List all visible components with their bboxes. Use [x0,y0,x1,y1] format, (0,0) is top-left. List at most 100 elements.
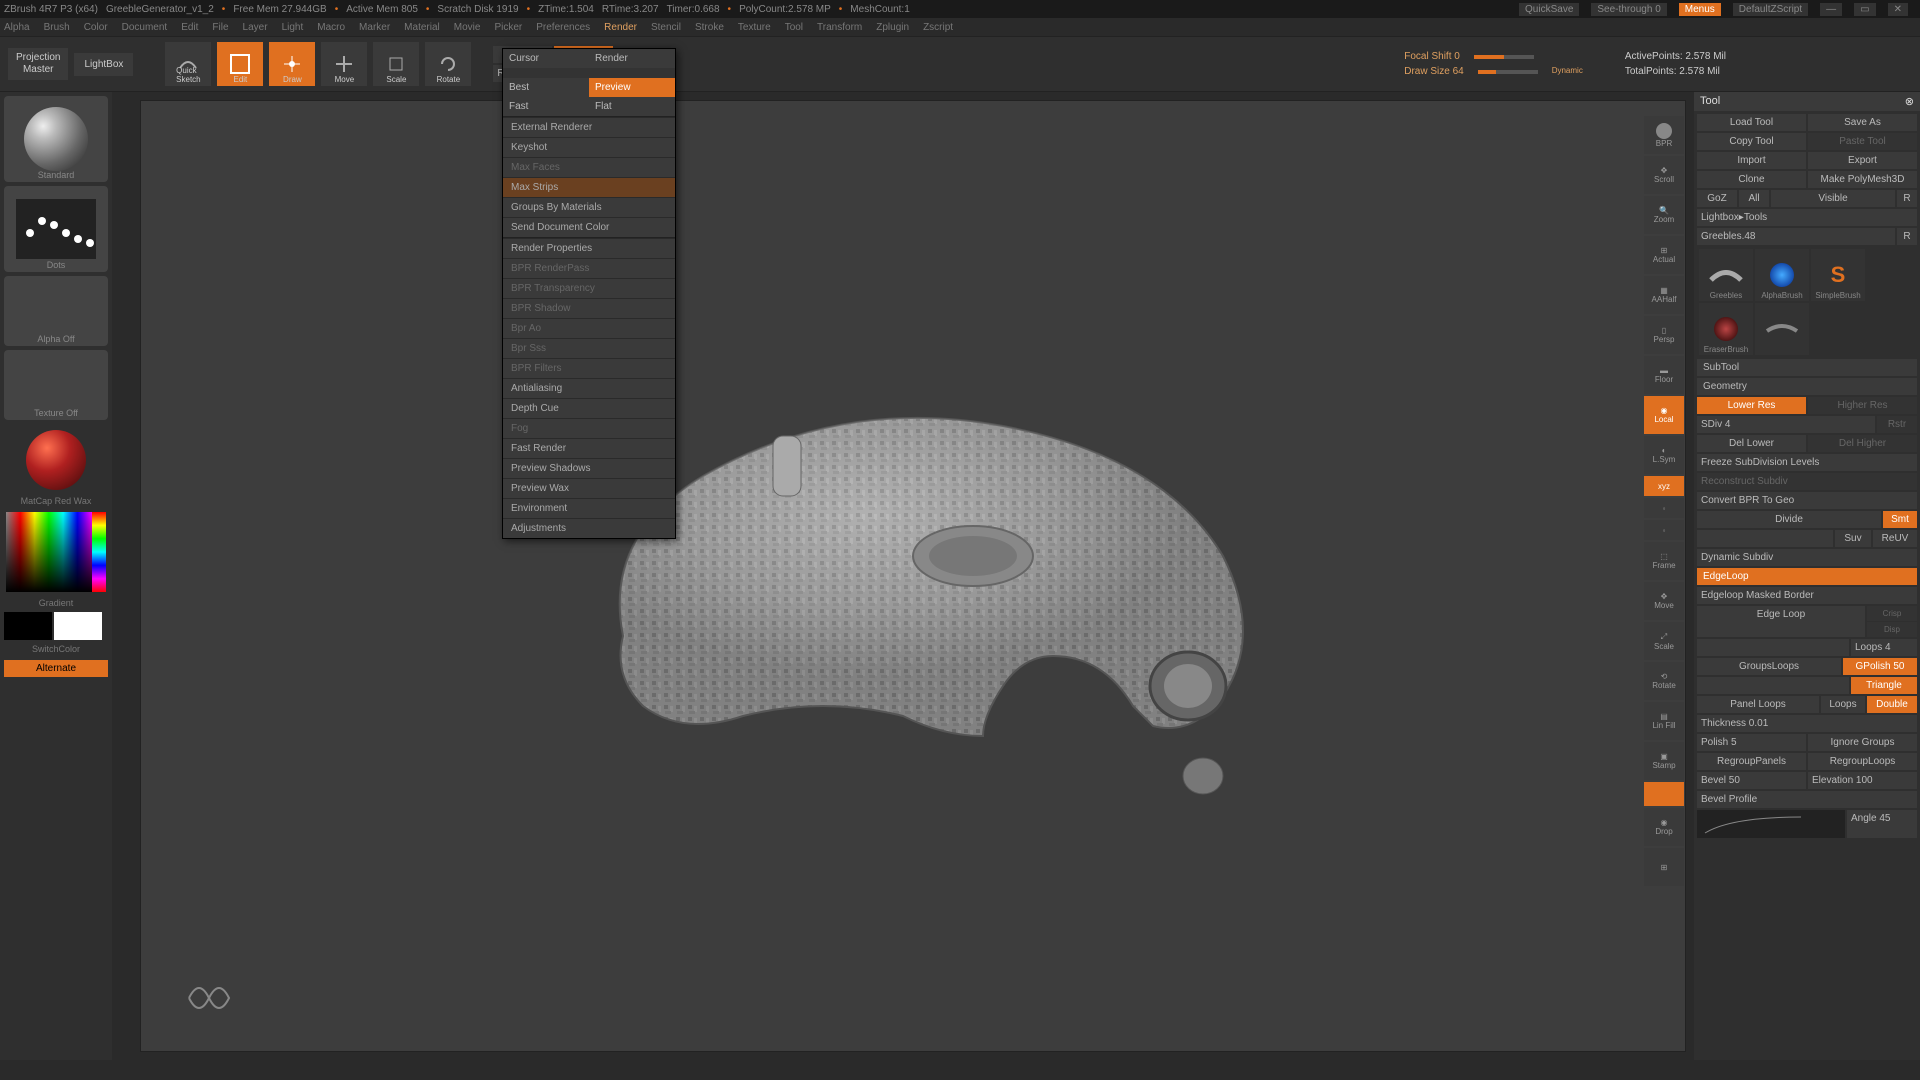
bpr-shadow-item[interactable]: BPR Shadow [503,298,675,318]
clone-button[interactable]: Clone [1697,171,1806,188]
greebles-label[interactable]: Greebles.48 [1697,228,1895,245]
preview-button[interactable]: Preview [589,78,675,97]
axis-x[interactable]: ◦ [1644,498,1684,518]
edge-loop-button[interactable]: Edge Loop [1697,606,1865,637]
loops-label[interactable]: Loops [1821,696,1865,713]
bpr-renderpass-item[interactable]: BPR RenderPass [503,258,675,278]
keyshot-item[interactable]: Keyshot [503,137,675,157]
bpr-filters-item[interactable]: BPR Filters [503,358,675,378]
swatch-white[interactable] [54,612,102,640]
max-strips-item[interactable]: Max Strips [503,177,675,197]
window-min[interactable]: — [1820,3,1842,16]
lightbox-tools[interactable]: Lightbox▸Tools [1697,209,1917,226]
del-lower-button[interactable]: Del Lower [1697,435,1806,452]
fast-render-item[interactable]: Fast Render [503,438,675,458]
thickness-slider[interactable]: Thickness 0.01 [1697,715,1917,732]
loops-slider[interactable]: Loops 4 [1851,639,1917,656]
copy-tool-button[interactable]: Copy Tool [1697,133,1806,150]
swatch-black[interactable] [4,612,52,640]
draw-button[interactable]: Draw [269,42,315,86]
freeze-subdiv-button[interactable]: Freeze SubDivision Levels [1697,454,1917,471]
viewport[interactable] [140,100,1686,1052]
environment-item[interactable]: Environment [503,498,675,518]
goz-all[interactable]: All [1739,190,1769,207]
groups-materials-item[interactable]: Groups By Materials [503,197,675,217]
flat-button[interactable]: Flat [589,97,675,116]
render-button[interactable]: Render [589,49,675,68]
switch-color[interactable]: SwitchColor [4,644,108,654]
subtool-section[interactable]: SubTool [1697,359,1917,376]
rotate-view-button[interactable]: ⟲Rotate [1644,662,1684,700]
lightbox-button[interactable]: LightBox [74,53,133,76]
stroke-thumb[interactable]: Dots [4,186,108,272]
xyz-button[interactable]: xyz [1644,476,1684,496]
frame-button[interactable]: ⬚Frame [1644,542,1684,580]
dynamic-subdiv-button[interactable]: Dynamic Subdiv [1697,549,1917,566]
lower-res-button[interactable]: Lower Res [1697,397,1806,414]
menu-edit[interactable]: Edit [181,22,198,33]
greebles-r[interactable]: R [1897,228,1917,245]
polymesh-button[interactable]: Make PolyMesh3D [1808,171,1917,188]
tool-thumb-eraser[interactable]: EraserBrush [1699,303,1753,355]
bevel-profile-button[interactable]: Bevel Profile [1697,791,1917,808]
bevel-curve[interactable] [1697,810,1845,838]
window-close[interactable]: ✕ [1888,3,1908,16]
menu-macro[interactable]: Macro [317,22,345,33]
ignore-groups-button[interactable]: Ignore Groups [1808,734,1917,751]
move-view-button[interactable]: ✥Move [1644,582,1684,620]
import-button[interactable]: Import [1697,152,1806,169]
crisp-button[interactable]: Crisp [1867,606,1917,621]
depth-cue-item[interactable]: Depth Cue [503,398,675,418]
convert-bpr-button[interactable]: Convert BPR To Geo [1697,492,1917,509]
menu-render[interactable]: Render [604,22,637,33]
goz-r[interactable]: R [1897,190,1917,207]
menu-document[interactable]: Document [122,22,168,33]
stamp-button[interactable]: ▣Stamp [1644,742,1684,780]
quicksketch-button[interactable]: Quick Sketch [165,42,211,86]
material-thumb[interactable]: MatCap Red Wax [4,424,108,506]
max-faces-item[interactable]: Max Faces [503,157,675,177]
gradient-label[interactable]: Gradient [4,598,108,608]
alternate-button[interactable]: Alternate [4,660,108,677]
regroup-panels-button[interactable]: RegroupPanels [1697,753,1806,770]
solo-button[interactable] [1644,782,1684,806]
fog-item[interactable]: Fog [503,418,675,438]
render-properties-item[interactable]: Render Properties [503,238,675,258]
menu-color[interactable]: Color [84,22,108,33]
disp-button[interactable]: Disp [1867,622,1917,637]
external-renderer-item[interactable]: External Renderer [503,117,675,137]
reuv-button[interactable]: ReUV [1873,530,1917,547]
menu-alpha[interactable]: Alpha [4,22,30,33]
projection-master-button[interactable]: Projection Master [8,48,68,80]
texture-thumb[interactable]: Texture Off [4,350,108,420]
polish-slider[interactable]: Polish 5 [1697,734,1806,751]
menu-preferences[interactable]: Preferences [536,22,590,33]
aahalf-button[interactable]: ▦AAHalf [1644,276,1684,314]
save-as-button[interactable]: Save As [1808,114,1917,131]
menu-brush[interactable]: Brush [44,22,70,33]
draw-size-slider[interactable]: Draw Size 64 [1404,66,1463,77]
menu-light[interactable]: Light [282,22,304,33]
grid-button[interactable]: ⊞ [1644,848,1684,886]
tool-thumb-extra[interactable] [1755,303,1809,355]
panel-loops-button[interactable]: Panel Loops [1697,696,1819,713]
menu-stencil[interactable]: Stencil [651,22,681,33]
axis-y[interactable]: ◦ [1644,520,1684,540]
edit-button[interactable]: Edit [217,42,263,86]
menu-movie[interactable]: Movie [454,22,481,33]
bevel-slider[interactable]: Bevel 50 [1697,772,1806,789]
goz-visible[interactable]: Visible [1771,190,1895,207]
menu-zplugin[interactable]: Zplugin [876,22,909,33]
rotate-button[interactable]: Rotate [425,42,471,86]
seethrough[interactable]: See-through 0 [1591,3,1666,16]
alpha-thumb[interactable]: Alpha Off [4,276,108,346]
tool-header[interactable]: Tool [1700,95,1720,108]
dynamic-toggle[interactable]: Dynamic [1552,66,1583,77]
export-button[interactable]: Export [1808,152,1917,169]
bpr-button[interactable]: BPR [1644,116,1684,154]
local-button[interactable]: ◉Local [1644,396,1684,434]
floor-button[interactable]: ▬Floor [1644,356,1684,394]
sdiv-slider[interactable]: SDiv 4 [1697,416,1875,433]
window-max[interactable]: ▭ [1854,3,1875,16]
goz-button[interactable]: GoZ [1697,190,1737,207]
